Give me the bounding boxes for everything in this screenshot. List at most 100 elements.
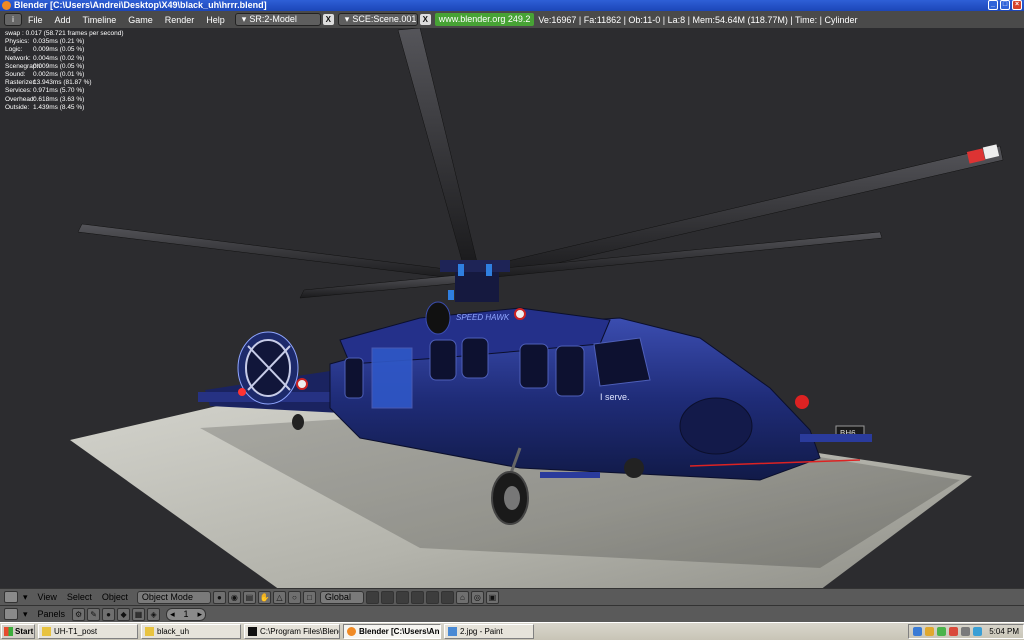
translate-manipulator-icon[interactable]: △ [272, 590, 286, 604]
profiler-value: 0.002ms (0.01 %) [33, 71, 85, 79]
taskbar-item-paint[interactable]: 2.jpg - Paint [444, 624, 534, 639]
3d-view-header: ▾ View Select Object Object Mode ● ◉ ▤ ✋… [0, 588, 1024, 605]
taskbar-item-uh-t1-post[interactable]: UH-T1_post [38, 624, 138, 639]
info-window-type-icon[interactable]: i [4, 13, 22, 26]
panels-label[interactable]: Panels [33, 609, 71, 619]
hand-manipulator-icon[interactable]: ✋ [257, 590, 271, 604]
layer-3-icon[interactable] [395, 590, 409, 604]
tail-emblem [296, 378, 308, 390]
volume-icon[interactable] [961, 627, 971, 636]
menu-select[interactable]: Select [62, 592, 97, 602]
script-context-icon[interactable]: ✎ [87, 607, 101, 621]
profiler-row: Overhead: 0.618ms (3.63 %) [5, 96, 124, 104]
shading-context-icon[interactable]: ● [102, 607, 116, 621]
network-icon[interactable] [913, 627, 923, 636]
menu-view[interactable]: View [33, 592, 62, 602]
window-titlebar[interactable]: Blender [C:\Users\Andrei\Desktop\X49\bla… [0, 0, 1024, 11]
pivot-icon[interactable]: ◉ [227, 590, 241, 604]
profiler-label: Rasterizer: [5, 79, 37, 87]
menu-add[interactable]: Add [49, 15, 77, 25]
logic-context-icon[interactable]: ⚙ [72, 607, 86, 621]
window-title: Blender [C:\Users\Andrei\Desktop\X49\bla… [14, 0, 267, 10]
fuselage-emblem [514, 308, 526, 320]
render-camera-icon[interactable]: ▣ [485, 590, 499, 604]
start-label: Start [15, 627, 34, 636]
profiler-row: Network: 0.004ms (0.02 %) [5, 55, 124, 63]
buttons-window-header: ▾ Panels ⚙ ✎ ● ◆ ▦ ◈ ◂ 1 ▸ [0, 605, 1024, 622]
start-button[interactable]: Start [1, 624, 35, 639]
profiler-label: Services: [5, 87, 32, 95]
delete-screen-button[interactable]: X [322, 14, 334, 25]
menu-timeline[interactable]: Timeline [77, 15, 123, 25]
view-type-icon[interactable] [4, 591, 18, 603]
rotate-manipulator-icon[interactable]: ○ [287, 590, 301, 604]
3d-viewport[interactable]: I serve. SPEED HAWK BH6 swap : 0.017 (58… [0, 28, 1024, 588]
profiler-row: Outside: 1.439ms (8.45 %) [5, 104, 124, 112]
menu-help[interactable]: Help [200, 15, 231, 25]
frame-decrement-icon[interactable]: ◂ [170, 609, 175, 620]
editing-context-icon[interactable]: ▦ [132, 607, 146, 621]
layer-6-icon[interactable] [440, 590, 454, 604]
mode-selector[interactable]: Object Mode [136, 590, 211, 604]
profiler-label: Outside: [5, 103, 30, 111]
taskbar-item-blender-console[interactable]: C:\Program Files\Blender... [244, 624, 340, 639]
screen-selector[interactable]: ▾ SR:2-Model [234, 13, 321, 26]
profiler-value: 0.035ms (0.21 %) [33, 38, 85, 46]
layer-4-icon[interactable] [410, 590, 424, 604]
orientation-selector[interactable]: Global [319, 590, 364, 604]
minimize-button[interactable]: _ [988, 0, 998, 10]
shield-icon[interactable] [937, 627, 947, 636]
render-preview-icon[interactable]: ◎ [470, 590, 484, 604]
delete-scene-button[interactable]: X [419, 14, 431, 25]
blender-url-badge[interactable]: www.blender.org 249.2 [434, 13, 535, 26]
profiler-label: Logic: [5, 46, 23, 54]
rotor-blade-front [299, 273, 473, 299]
profiler-label: Sound: [5, 71, 26, 79]
scene-stats: Ve:16967 | Fa:11862 | Ob:11-0 | La:8 | M… [538, 14, 858, 25]
current-frame-field[interactable]: ◂ 1 ▸ [166, 607, 207, 621]
menu-file[interactable]: File [22, 15, 49, 25]
rotor-blade-right [477, 145, 1004, 281]
task-label: C:\Program Files\Blender... [260, 627, 339, 636]
layer-1-icon[interactable] [365, 590, 379, 604]
nose-vent [679, 397, 753, 455]
rotor-blade-top [397, 28, 479, 269]
maximize-button[interactable]: □ [1000, 0, 1010, 10]
folder-icon [42, 627, 51, 636]
screen-name: SR:2-Model [249, 14, 297, 24]
profiler-value: 0.009ms (0.05 %) [33, 62, 85, 70]
lock-icon[interactable]: ⌂ [455, 590, 469, 604]
frame-increment-icon[interactable]: ▸ [198, 609, 203, 620]
taskbar-item-blender[interactable]: Blender [C:\Users\An... [343, 624, 441, 639]
update-icon[interactable] [973, 627, 983, 636]
menu-game[interactable]: Game [122, 15, 159, 25]
main-rotor [77, 28, 1004, 299]
scene-browse-icon: ▾ [344, 14, 350, 24]
folder-icon [145, 627, 154, 636]
layer-2-icon[interactable] [380, 590, 394, 604]
menu-object[interactable]: Object [97, 592, 133, 602]
render-scene: I serve. SPEED HAWK BH6 [70, 28, 1004, 588]
buttons-window-type-icon[interactable] [4, 608, 18, 620]
profiler-row: Scenegraph: 0.009ms (0.05 %) [5, 63, 124, 71]
profiler-value: 0.004ms (0.02 %) [33, 54, 85, 62]
windows-logo-icon [4, 627, 13, 636]
object-context-icon[interactable]: ◆ [117, 607, 131, 621]
menu-render[interactable]: Render [159, 15, 201, 25]
buttons-collapse-icon[interactable]: ▾ [18, 609, 33, 620]
nose-label: I serve. [600, 392, 630, 402]
antivirus-icon[interactable] [949, 627, 959, 636]
draw-type-icon[interactable]: ● [212, 590, 226, 604]
profiler-value: 0.971ms (5.70 %) [33, 87, 85, 95]
profiler-label: Physics: [5, 38, 30, 46]
messenger-icon[interactable] [925, 627, 935, 636]
blender-icon [347, 627, 356, 636]
pivot-alt-icon[interactable]: ▤ [242, 590, 256, 604]
close-button[interactable]: × [1012, 0, 1022, 10]
collapse-menu-icon[interactable]: ▾ [18, 592, 33, 603]
taskbar-item-black-uh[interactable]: black_uh [141, 624, 241, 639]
scene-context-icon[interactable]: ◈ [147, 607, 161, 621]
scale-manipulator-icon[interactable]: □ [302, 590, 316, 604]
layer-5-icon[interactable] [425, 590, 439, 604]
scene-selector[interactable]: ▾ SCE:Scene.001 [337, 13, 418, 26]
